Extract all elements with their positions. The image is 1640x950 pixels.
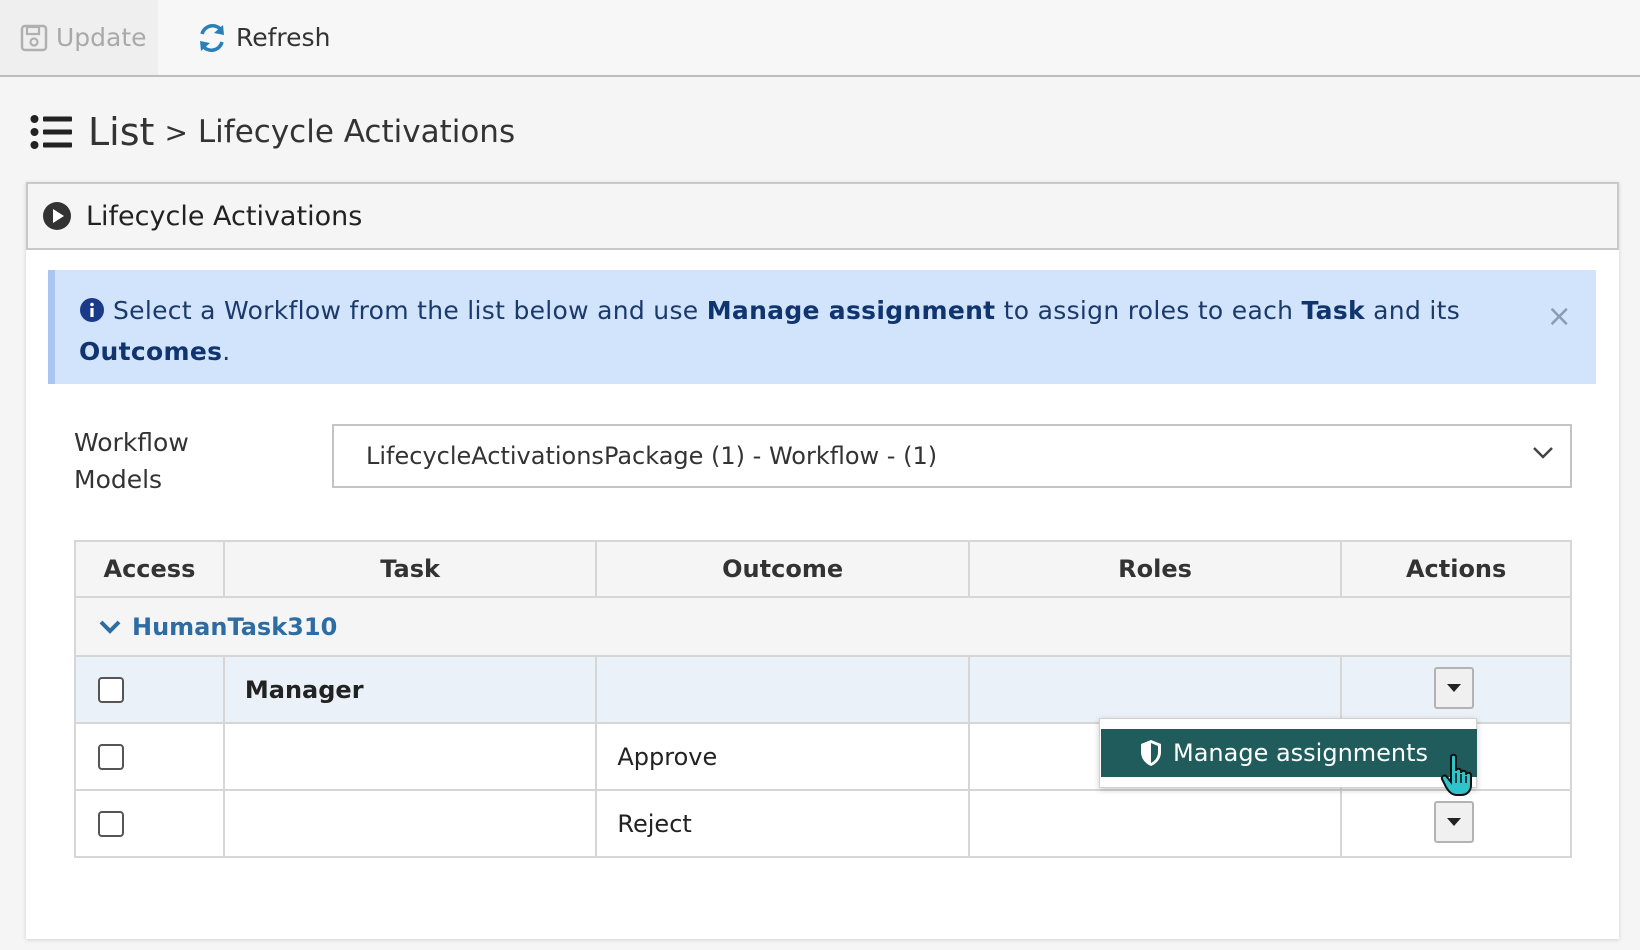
panel-title: Lifecycle Activations [86, 200, 363, 232]
actions-dropdown-button[interactable] [1434, 667, 1475, 709]
task-cell: Manager [222, 655, 598, 724]
alert-text-4: . [222, 337, 231, 366]
access-checkbox[interactable] [98, 743, 124, 770]
close-icon[interactable]: × [1547, 298, 1572, 335]
info-icon [79, 296, 105, 333]
chevron-down-icon [1533, 447, 1553, 459]
chevron-down-icon[interactable] [98, 619, 122, 635]
play-circle-icon [43, 202, 71, 230]
hand-cursor-icon [1440, 753, 1472, 796]
workflow-label-line2: Models [74, 465, 163, 494]
refresh-icon [200, 23, 224, 52]
outcome-cell: Reject [595, 789, 970, 858]
workflow-models-label: Workflow Models [74, 424, 189, 498]
breadcrumb-separator: > [164, 115, 188, 149]
actions-dropdown-button[interactable] [1434, 801, 1475, 843]
update-button[interactable]: Update [0, 0, 158, 75]
access-checkbox[interactable] [98, 676, 124, 703]
alert-text-3: and its [1364, 296, 1461, 325]
roles-cell [967, 789, 1343, 858]
manage-assignments-label: Manage assignments [1173, 739, 1429, 767]
access-checkbox[interactable] [98, 810, 124, 837]
outcome-cell [595, 655, 970, 724]
task-cell [222, 722, 598, 791]
alert-bold-task: Task [1301, 296, 1365, 325]
refresh-button[interactable]: Refresh [196, 0, 330, 75]
table-row: Manager [74, 655, 1572, 724]
actions-menu: Manage assignments [1099, 718, 1477, 788]
panel-header: Lifecycle Activations [26, 182, 1619, 250]
column-header-outcome: Outcome [595, 540, 970, 598]
outcome-cell: Approve [595, 722, 970, 791]
save-icon [20, 24, 48, 51]
workflow-label-line1: Workflow [74, 428, 189, 457]
breadcrumb: List > Lifecycle Activations [30, 104, 515, 160]
alert-text-1: Select a Workflow from the list below an… [113, 296, 707, 325]
column-header-access: Access [74, 540, 225, 598]
alert-bold-outcomes: Outcomes [79, 337, 223, 366]
info-alert: Select a Workflow from the list below an… [48, 270, 1596, 384]
alert-text-2: to assign roles to each [995, 296, 1302, 325]
group-label[interactable]: HumanTask310 [132, 613, 337, 641]
group-row[interactable]: HumanTask310 [74, 596, 1572, 657]
column-header-task: Task [222, 540, 598, 598]
shield-icon [1141, 740, 1161, 766]
caret-down-icon [1447, 817, 1462, 826]
workflow-select[interactable]: LifecycleActivationsPackage (1) - Workfl… [332, 424, 1572, 488]
update-label: Update [56, 23, 147, 52]
breadcrumb-current: Lifecycle Activations [197, 114, 516, 150]
breadcrumb-root[interactable]: List [88, 110, 154, 154]
actions-cell [1340, 655, 1572, 724]
actions-cell [1340, 789, 1572, 858]
assignment-table: Access Task Outcome Roles Actions HumanT… [74, 540, 1572, 858]
manage-assignments-menu-item[interactable]: Manage assignments [1101, 729, 1477, 777]
roles-cell [967, 655, 1343, 724]
table-header-row: Access Task Outcome Roles Actions [74, 540, 1572, 598]
caret-down-icon [1447, 683, 1462, 692]
task-cell [222, 789, 598, 858]
alert-bold-manage: Manage assignment [706, 296, 996, 325]
toolbar: Update Refresh [0, 0, 1640, 77]
refresh-label: Refresh [236, 23, 331, 52]
column-header-roles: Roles [967, 540, 1343, 598]
workflow-selected-value: LifecycleActivationsPackage (1) - Workfl… [366, 442, 938, 470]
table-row: Reject [74, 789, 1572, 858]
list-icon [30, 114, 72, 150]
column-header-actions: Actions [1340, 540, 1572, 598]
